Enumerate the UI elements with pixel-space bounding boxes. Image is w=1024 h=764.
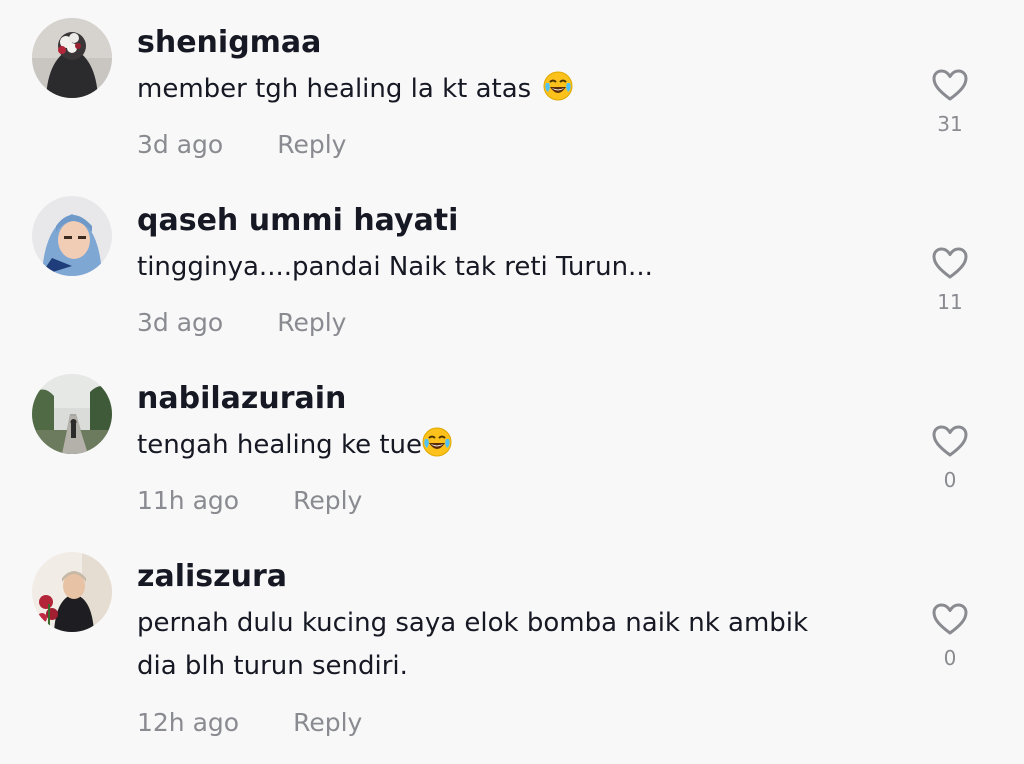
comment-timestamp: 3d ago: [137, 130, 224, 159]
comment-item: qaseh ummi hayati tingginya....pandai Na…: [0, 178, 1024, 356]
like-count: 31: [937, 112, 963, 136]
comment-item: shenigmaa member tgh healing la kt atas …: [0, 0, 1024, 178]
comment-item: nabilazurain tengah healing ke tue 11h a…: [0, 356, 1024, 534]
heart-icon: [932, 247, 968, 279]
comment-meta: 3d ago Reply: [137, 308, 346, 338]
comment-username[interactable]: nabilazurain: [137, 382, 346, 416]
comment-timestamp: 3d ago: [137, 308, 224, 337]
comment-meta: 3d ago Reply: [137, 130, 346, 160]
reply-button[interactable]: Reply: [293, 486, 362, 516]
reply-button[interactable]: Reply: [293, 708, 362, 738]
comment-timestamp: 12h ago: [137, 708, 240, 737]
like-count: 0: [943, 646, 957, 670]
heart-icon: [932, 69, 968, 101]
comment-meta: 11h ago Reply: [137, 486, 362, 516]
reply-button[interactable]: Reply: [277, 308, 346, 338]
comment-text-body: tengah healing ke tue: [137, 430, 423, 460]
reply-button[interactable]: Reply: [277, 130, 346, 160]
heart-icon: [932, 603, 968, 635]
laughing-tears-emoji-icon: [543, 71, 573, 101]
laughing-tears-emoji-icon: [422, 427, 452, 457]
comment-text: member tgh healing la kt atas: [137, 68, 897, 111]
comment-text: tengah healing ke tue: [137, 424, 897, 467]
like-button[interactable]: 31: [928, 68, 972, 136]
like-button[interactable]: 0: [928, 424, 972, 492]
avatar[interactable]: [32, 552, 112, 632]
comment-text-body: tingginya....pandai Naik tak reti Turun.…: [137, 252, 653, 282]
comment-text: tingginya....pandai Naik tak reti Turun.…: [137, 246, 897, 289]
comment-timestamp: 11h ago: [137, 486, 240, 515]
like-button[interactable]: 0: [928, 602, 972, 670]
comment-text-body: member tgh healing la kt atas: [137, 74, 532, 104]
comment-username[interactable]: shenigmaa: [137, 26, 321, 60]
comment-meta: 12h ago Reply: [137, 708, 362, 738]
comment-text-body: pernah dulu kucing saya elok bomba naik …: [137, 608, 809, 681]
avatar[interactable]: [32, 374, 112, 454]
heart-icon: [932, 425, 968, 457]
like-button[interactable]: 11: [928, 246, 972, 314]
comment-username[interactable]: zaliszura: [137, 560, 287, 594]
comment-item: zaliszura pernah dulu kucing saya elok b…: [0, 534, 1024, 764]
like-count: 11: [937, 290, 963, 314]
comment-text: pernah dulu kucing saya elok bomba naik …: [137, 602, 897, 688]
comment-username[interactable]: qaseh ummi hayati: [137, 204, 458, 238]
avatar[interactable]: [32, 196, 112, 276]
avatar[interactable]: [32, 18, 112, 98]
like-count: 0: [943, 468, 957, 492]
